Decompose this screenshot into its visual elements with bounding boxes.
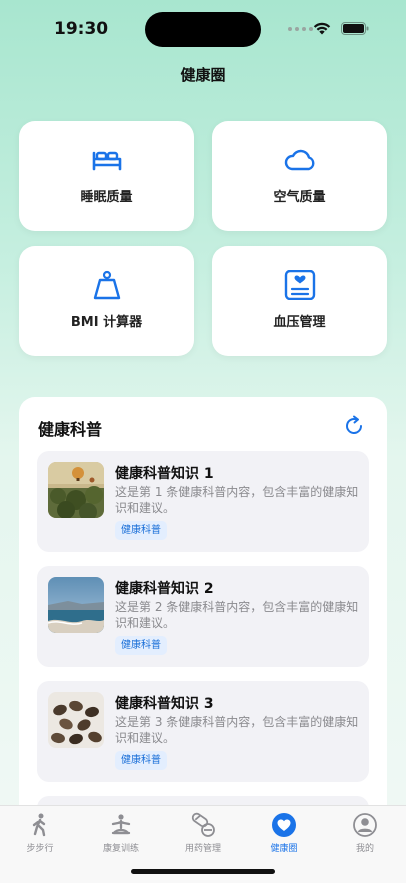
status-time: 19:30 xyxy=(54,19,109,39)
wifi-icon xyxy=(313,22,331,35)
tab-label: 康复训练 xyxy=(102,844,139,854)
heart-circle-icon xyxy=(272,813,296,837)
item-title: 健康科普知识 2 xyxy=(115,581,214,597)
tab-rehab-training[interactable]: 康复训练 xyxy=(86,812,156,854)
category-tag: 健康科普 xyxy=(115,751,167,770)
pills-icon xyxy=(191,812,215,837)
person-circle-icon xyxy=(353,813,377,837)
list-item[interactable]: 健康科普知识 3 这是第 3 条健康科普内容，包含丰富的健康知识和建议。 健康科… xyxy=(37,681,369,782)
item-description: 这是第 1 条健康科普内容，包含丰富的健康知识和建议。 xyxy=(115,485,359,515)
tile-label: 空气质量 xyxy=(273,190,326,205)
tab-label: 用药管理 xyxy=(184,844,221,854)
refresh-icon[interactable] xyxy=(343,415,365,437)
battery-icon xyxy=(341,22,369,35)
walking-icon xyxy=(32,813,46,837)
heart-chart-icon xyxy=(284,270,315,300)
list-item[interactable]: 健康科普知识 1 这是第 1 条健康科普内容，包含丰富的健康知识和建议。 健康科… xyxy=(37,451,369,552)
dynamic-island xyxy=(145,12,261,47)
tab-profile[interactable]: 我的 xyxy=(330,812,400,854)
status-bar: 19:30 xyxy=(0,0,406,54)
item-title: 健康科普知识 3 xyxy=(115,696,214,712)
tile-air-quality[interactable]: 空气质量 xyxy=(212,121,387,231)
tile-bmi-calculator[interactable]: BMI 计算器 xyxy=(19,246,194,356)
category-tag: 健康科普 xyxy=(115,521,167,540)
thumbnail-balloons xyxy=(48,462,104,518)
item-description: 这是第 3 条健康科普内容，包含丰富的健康知识和建议。 xyxy=(115,715,359,745)
tile-label: BMI 计算器 xyxy=(70,315,143,330)
meditation-icon xyxy=(111,814,131,835)
thumbnail-coast xyxy=(48,577,104,633)
section-title: 健康科普 xyxy=(38,420,103,439)
tile-blood-pressure[interactable]: 血压管理 xyxy=(212,246,387,356)
category-tag: 健康科普 xyxy=(115,636,167,655)
list-item[interactable]: 健康科普知识 2 这是第 2 条健康科普内容，包含丰富的健康知识和建议。 健康科… xyxy=(37,566,369,667)
tab-health-circle[interactable]: 健康圈 xyxy=(249,812,319,854)
tile-label: 睡眠质量 xyxy=(80,190,133,205)
health-science-card: 健康科普 健康科普知识 1 这是第 1 条健康科普内容，包含丰富的健康知识和建议… xyxy=(19,397,387,827)
signal-dots-icon xyxy=(288,27,313,31)
tab-label: 健康圈 xyxy=(270,844,298,854)
tab-medication[interactable]: 用药管理 xyxy=(168,812,238,854)
tab-walking[interactable]: 步步行 xyxy=(5,812,75,854)
item-title: 健康科普知识 1 xyxy=(115,466,214,482)
item-description: 这是第 2 条健康科普内容，包含丰富的健康知识和建议。 xyxy=(115,600,359,630)
page-title: 健康圈 xyxy=(180,66,226,84)
tile-sleep-quality[interactable]: 睡眠质量 xyxy=(19,121,194,231)
tab-label: 步步行 xyxy=(26,844,54,854)
cloud-icon xyxy=(284,149,314,171)
scale-icon xyxy=(93,270,120,300)
thumbnail-coffee-beans xyxy=(48,692,104,748)
bed-icon xyxy=(92,151,121,171)
tile-label: 血压管理 xyxy=(273,315,326,330)
tab-label: 我的 xyxy=(355,844,374,854)
home-indicator xyxy=(131,869,275,874)
